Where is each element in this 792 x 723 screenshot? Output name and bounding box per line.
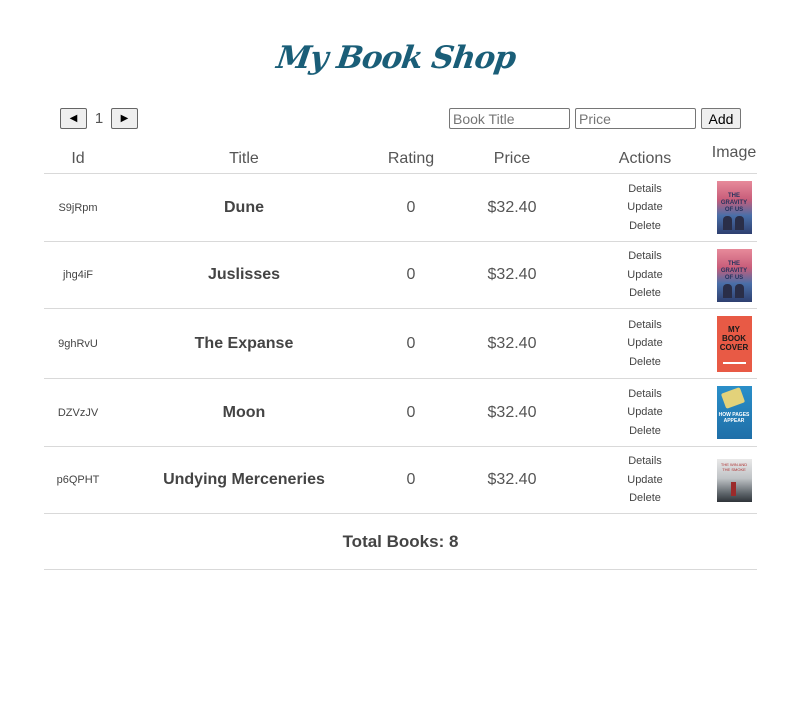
wilderness-cover-image: THE WIN AND THE SMOKE bbox=[716, 458, 752, 502]
gravity-cover-image: THE GRAVITY OF US bbox=[716, 181, 752, 234]
book-cover: THE GRAVITY OF US bbox=[716, 174, 752, 241]
details-link[interactable]: Details bbox=[628, 247, 662, 266]
book-title: Juslisses bbox=[207, 266, 281, 283]
delete-link[interactable]: Delete bbox=[629, 217, 661, 236]
my-book-cover-image: MY BOOK COVER bbox=[716, 315, 752, 372]
table-header: Id Title Rating Price Actions Image bbox=[44, 144, 757, 173]
details-link[interactable]: Details bbox=[628, 385, 662, 404]
book-rating: 0 bbox=[406, 334, 416, 352]
book-id: 9ghRvU bbox=[58, 337, 98, 350]
book-cover: THE GRAVITY OF US bbox=[716, 242, 752, 308]
header-price: Price bbox=[493, 150, 531, 167]
delete-link[interactable]: Delete bbox=[629, 422, 661, 441]
header-id: Id bbox=[71, 150, 85, 167]
table-row: S9jRpm Dune 0 $32.40 Details Update Dele… bbox=[44, 174, 757, 241]
cover-title: THE GRAVITY OF US bbox=[720, 193, 748, 213]
add-book-form: Add bbox=[449, 108, 741, 129]
book-price: $32.40 bbox=[487, 403, 537, 421]
add-button[interactable]: Add bbox=[701, 108, 741, 129]
delete-link[interactable]: Delete bbox=[629, 284, 661, 303]
book-price: $32.40 bbox=[487, 334, 537, 352]
details-link[interactable]: Details bbox=[628, 316, 662, 335]
price-input[interactable] bbox=[575, 108, 696, 129]
page-number: 1 bbox=[94, 110, 104, 127]
table-row: DZVzJV Moon 0 $32.40 Details Update Dele… bbox=[44, 379, 757, 446]
next-page-button[interactable]: ▶ bbox=[111, 108, 138, 129]
book-price: $32.40 bbox=[487, 471, 537, 488]
update-link[interactable]: Update bbox=[627, 403, 662, 422]
book-id: jhg4iF bbox=[63, 269, 93, 281]
book-id: S9jRpm bbox=[58, 201, 98, 214]
cover-title: THE WIN AND THE SMOKE bbox=[720, 461, 748, 472]
table-row: p6QPHT Undying Merceneries 0 $32.40 Deta… bbox=[44, 447, 757, 513]
row-actions: Details Update Delete bbox=[615, 242, 675, 308]
prev-page-button[interactable]: ◀ bbox=[60, 108, 87, 129]
book-id: DZVzJV bbox=[57, 406, 99, 419]
details-link[interactable]: Details bbox=[628, 452, 662, 471]
delete-link[interactable]: Delete bbox=[629, 353, 661, 372]
row-actions: Details Update Delete bbox=[615, 309, 675, 378]
book-rating: 0 bbox=[406, 471, 416, 488]
book-price: $32.40 bbox=[487, 198, 537, 216]
book-cover: THE WIN AND THE SMOKE bbox=[716, 447, 752, 513]
update-link[interactable]: Update bbox=[627, 471, 662, 490]
divider bbox=[44, 569, 757, 570]
gravity-cover-image: THE GRAVITY OF US bbox=[716, 248, 752, 302]
book-rating: 0 bbox=[406, 198, 416, 216]
update-link[interactable]: Update bbox=[627, 198, 662, 217]
delete-link[interactable]: Delete bbox=[629, 489, 661, 508]
header-actions: Actions bbox=[618, 150, 672, 167]
update-link[interactable]: Update bbox=[627, 334, 662, 353]
total-books: Total Books: 8 bbox=[342, 532, 459, 551]
row-actions: Details Update Delete bbox=[615, 174, 675, 241]
book-title: Dune bbox=[224, 198, 264, 216]
pagination: ◀ 1 ▶ bbox=[60, 108, 138, 129]
book-title: Moon bbox=[222, 403, 266, 421]
update-link[interactable]: Update bbox=[627, 266, 662, 285]
header-rating: Rating bbox=[387, 150, 435, 167]
app-title: My Book Shop bbox=[274, 40, 518, 76]
cover-title: MY BOOK COVER bbox=[719, 324, 749, 352]
book-rating: 0 bbox=[406, 266, 416, 283]
triangle-left-icon: ◀ bbox=[69, 113, 78, 124]
book-rating: 0 bbox=[406, 403, 416, 421]
cover-title: THE GRAVITY OF US bbox=[720, 260, 748, 281]
moon-cover-image: HOW PAGES APPEAR bbox=[716, 386, 752, 439]
header-image: Image bbox=[711, 144, 757, 161]
table-row: 9ghRvU The Expanse 0 $32.40 Details Upda… bbox=[44, 309, 757, 378]
book-price: $32.40 bbox=[487, 266, 537, 283]
book-id: p6QPHT bbox=[56, 474, 100, 486]
book-title-input[interactable] bbox=[449, 108, 570, 129]
table-row: jhg4iF Juslisses 0 $32.40 Details Update… bbox=[44, 242, 757, 308]
book-cover: HOW PAGES APPEAR bbox=[716, 379, 752, 446]
details-link[interactable]: Details bbox=[628, 180, 662, 199]
cover-title: HOW PAGES APPEAR bbox=[718, 412, 750, 424]
triangle-right-icon: ▶ bbox=[120, 113, 129, 124]
book-title: The Expanse bbox=[194, 334, 294, 352]
book-title: Undying Merceneries bbox=[163, 471, 325, 488]
book-cover: MY BOOK COVER bbox=[716, 309, 752, 378]
row-actions: Details Update Delete bbox=[615, 447, 675, 513]
header-title: Title bbox=[229, 150, 259, 167]
row-actions: Details Update Delete bbox=[615, 379, 675, 446]
divider bbox=[44, 513, 757, 514]
